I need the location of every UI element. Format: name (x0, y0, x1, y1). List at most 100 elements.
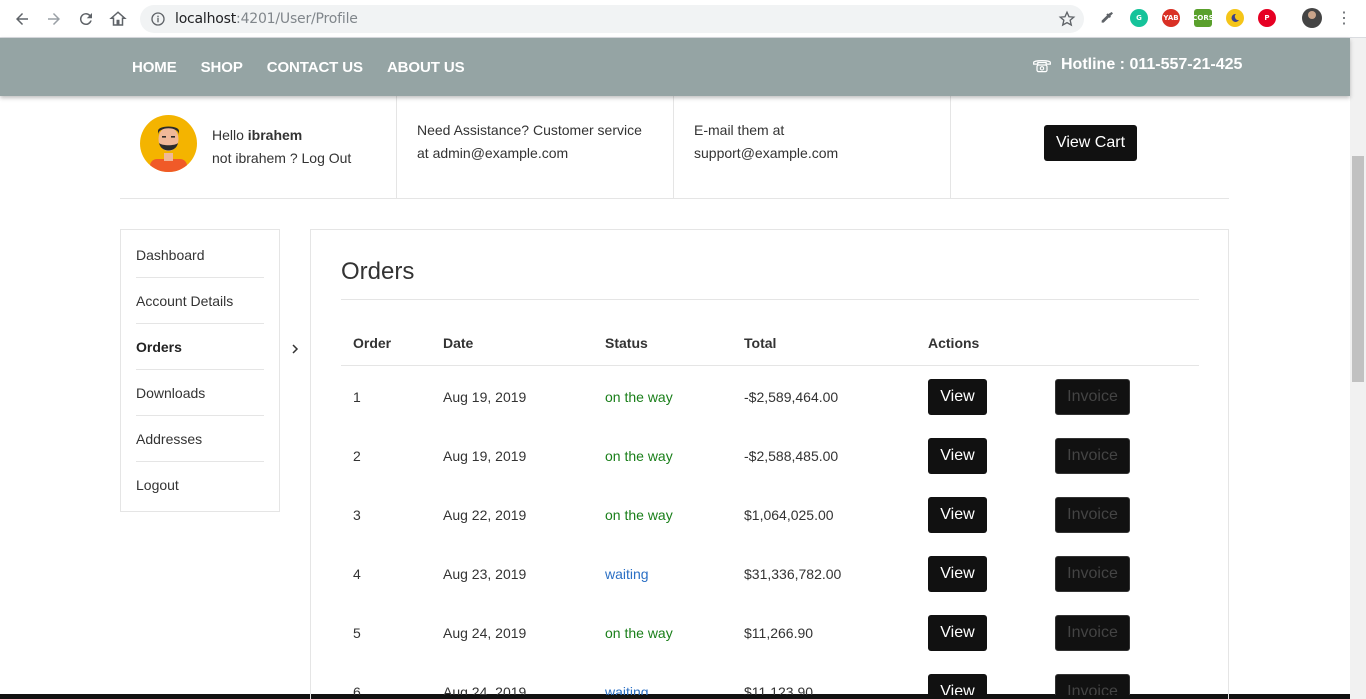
order-total: -$2,589,464.00 (744, 389, 839, 405)
column-header-order: Order (353, 335, 392, 351)
assistance-cell: Need Assistance? Customer service at adm… (397, 96, 674, 198)
order-status: waiting (605, 684, 649, 695)
order-total: $31,336,782.00 (744, 566, 842, 582)
table-row: 2 Aug 19, 2019 on the way -$2,588,485.00… (311, 426, 1228, 485)
invoice-button[interactable]: Invoice (1055, 379, 1130, 415)
nav-shop[interactable]: SHOP (201, 59, 243, 76)
greeting-text: Hello ibrahem not ibrahem ? Log Out (212, 124, 351, 170)
scrollbar-thumb[interactable] (1352, 156, 1364, 382)
pinterest-extension-icon[interactable]: P (1258, 9, 1276, 27)
column-header-total: Total (744, 335, 777, 351)
username: ibrahem (247, 127, 303, 143)
order-status: waiting (605, 566, 649, 582)
user-greeting-cell: Hello ibrahem not ibrahem ? Log Out (120, 96, 397, 198)
order-status: on the way (605, 625, 673, 641)
invoice-button[interactable]: Invoice (1055, 497, 1130, 533)
admin-email: at admin@example.com (417, 145, 569, 161)
order-status: on the way (605, 389, 673, 405)
address-bar[interactable]: localhost:4201/User/Profile (140, 5, 1084, 33)
bookmark-star-icon[interactable] (1058, 10, 1076, 28)
back-icon[interactable] (6, 3, 38, 35)
order-number: 3 (353, 507, 361, 523)
view-order-button[interactable]: View (928, 438, 987, 474)
invoice-button[interactable]: Invoice (1055, 556, 1130, 592)
invoice-button[interactable]: Invoice (1055, 438, 1130, 474)
invoice-button[interactable]: Invoice (1055, 615, 1130, 651)
grammarly-extension-icon[interactable]: G (1130, 9, 1148, 27)
table-header-divider (341, 365, 1199, 366)
sidebar-item-downloads[interactable]: Downloads (136, 370, 264, 416)
browser-toolbar: localhost:4201/User/Profile G YAB CORS P… (0, 0, 1366, 38)
sidebar-item-account-details[interactable]: Account Details (136, 278, 264, 324)
view-order-button[interactable]: View (928, 674, 987, 695)
sidebar-item-orders[interactable]: Orders (136, 324, 264, 370)
order-status: on the way (605, 448, 673, 464)
order-date: Aug 24, 2019 (443, 625, 527, 641)
order-total: $1,064,025.00 (744, 507, 834, 523)
not-user-text: not ibrahem ? (212, 150, 298, 166)
table-row: 3 Aug 22, 2019 on the way $1,064,025.00 … (311, 485, 1228, 544)
sidebar-item-logout[interactable]: Logout (136, 462, 264, 508)
moon-extension-icon[interactable] (1226, 9, 1244, 27)
column-header-status: Status (605, 335, 648, 351)
page-scrollbar[interactable] (1350, 38, 1366, 699)
order-number: 4 (353, 566, 361, 582)
home-icon[interactable] (102, 3, 134, 35)
nav-home[interactable]: HOME (132, 59, 177, 76)
site-header: HOME SHOP CONTACT US ABOUT US Hotline : … (0, 38, 1350, 96)
order-total: -$2,588,485.00 (744, 448, 839, 464)
email-cell: E-mail them at support@example.com (674, 96, 951, 198)
table-row: 5 Aug 24, 2019 on the way $11,266.90 Vie… (311, 603, 1228, 662)
order-number: 6 (353, 684, 361, 695)
browser-menu-icon[interactable]: ⋮ (1336, 10, 1352, 28)
main-nav: HOME SHOP CONTACT US ABOUT US (132, 38, 489, 96)
hello-label: Hello (212, 127, 244, 143)
phone-icon (1033, 60, 1051, 73)
account-sidebar: Dashboard Account Details Orders Downloa… (120, 229, 280, 512)
sidebar-item-dashboard[interactable]: Dashboard (136, 232, 264, 278)
order-total: $11,123.90 (744, 684, 814, 695)
view-order-button[interactable]: View (928, 497, 987, 533)
url-text: localhost:4201/User/Profile (175, 11, 358, 27)
order-date: Aug 22, 2019 (443, 507, 527, 523)
nav-about-us[interactable]: ABOUT US (387, 59, 465, 76)
view-cart-button[interactable]: View Cart (1044, 125, 1137, 161)
support-email: support@example.com (694, 145, 839, 161)
cors-extension-icon[interactable]: CORS (1192, 9, 1214, 27)
reload-icon[interactable] (70, 3, 102, 35)
nav-contact-us[interactable]: CONTACT US (267, 59, 363, 76)
view-order-button[interactable]: View (928, 556, 987, 592)
view-order-button[interactable]: View (928, 379, 987, 415)
order-total: $11,266.90 (744, 625, 814, 641)
sidebar-item-addresses[interactable]: Addresses (136, 416, 264, 462)
order-status: on the way (605, 507, 673, 523)
title-divider (341, 299, 1199, 300)
chevron-right-icon (292, 344, 299, 354)
page-title: Orders (341, 258, 415, 285)
profile-avatar-icon[interactable] (1302, 8, 1322, 28)
order-date: Aug 24, 2019 (443, 684, 527, 695)
cart-cell: View Cart (951, 96, 1229, 198)
orders-panel: Orders Order Date Status Total Actions 1… (310, 229, 1229, 699)
order-number: 5 (353, 625, 361, 641)
forward-icon[interactable] (38, 3, 70, 35)
user-avatar (140, 115, 197, 172)
order-date: Aug 23, 2019 (443, 566, 527, 582)
order-number: 2 (353, 448, 361, 464)
hotline-text: Hotline : 011-557-21-425 (1061, 56, 1243, 73)
info-icon[interactable] (150, 11, 166, 27)
email-label: E-mail them at (694, 122, 785, 138)
order-date: Aug 19, 2019 (443, 389, 527, 405)
view-order-button[interactable]: View (928, 615, 987, 651)
table-row: 4 Aug 23, 2019 waiting $31,336,782.00 Vi… (311, 544, 1228, 603)
invoice-button[interactable]: Invoice (1055, 674, 1130, 695)
order-date: Aug 19, 2019 (443, 448, 527, 464)
yab-extension-icon[interactable]: YAB (1162, 9, 1180, 27)
table-row: 1 Aug 19, 2019 on the way -$2,589,464.00… (311, 367, 1228, 426)
eyedropper-extension-icon[interactable] (1098, 9, 1116, 27)
logout-link[interactable]: Log Out (302, 150, 352, 166)
account-info-bar: Hello ibrahem not ibrahem ? Log Out Need… (120, 96, 1229, 199)
table-row: 6 Aug 24, 2019 waiting $11,123.90 View I… (311, 662, 1228, 695)
assistance-text: Need Assistance? Customer service (417, 122, 642, 138)
hotline: Hotline : 011-557-21-425 (1032, 56, 1242, 74)
